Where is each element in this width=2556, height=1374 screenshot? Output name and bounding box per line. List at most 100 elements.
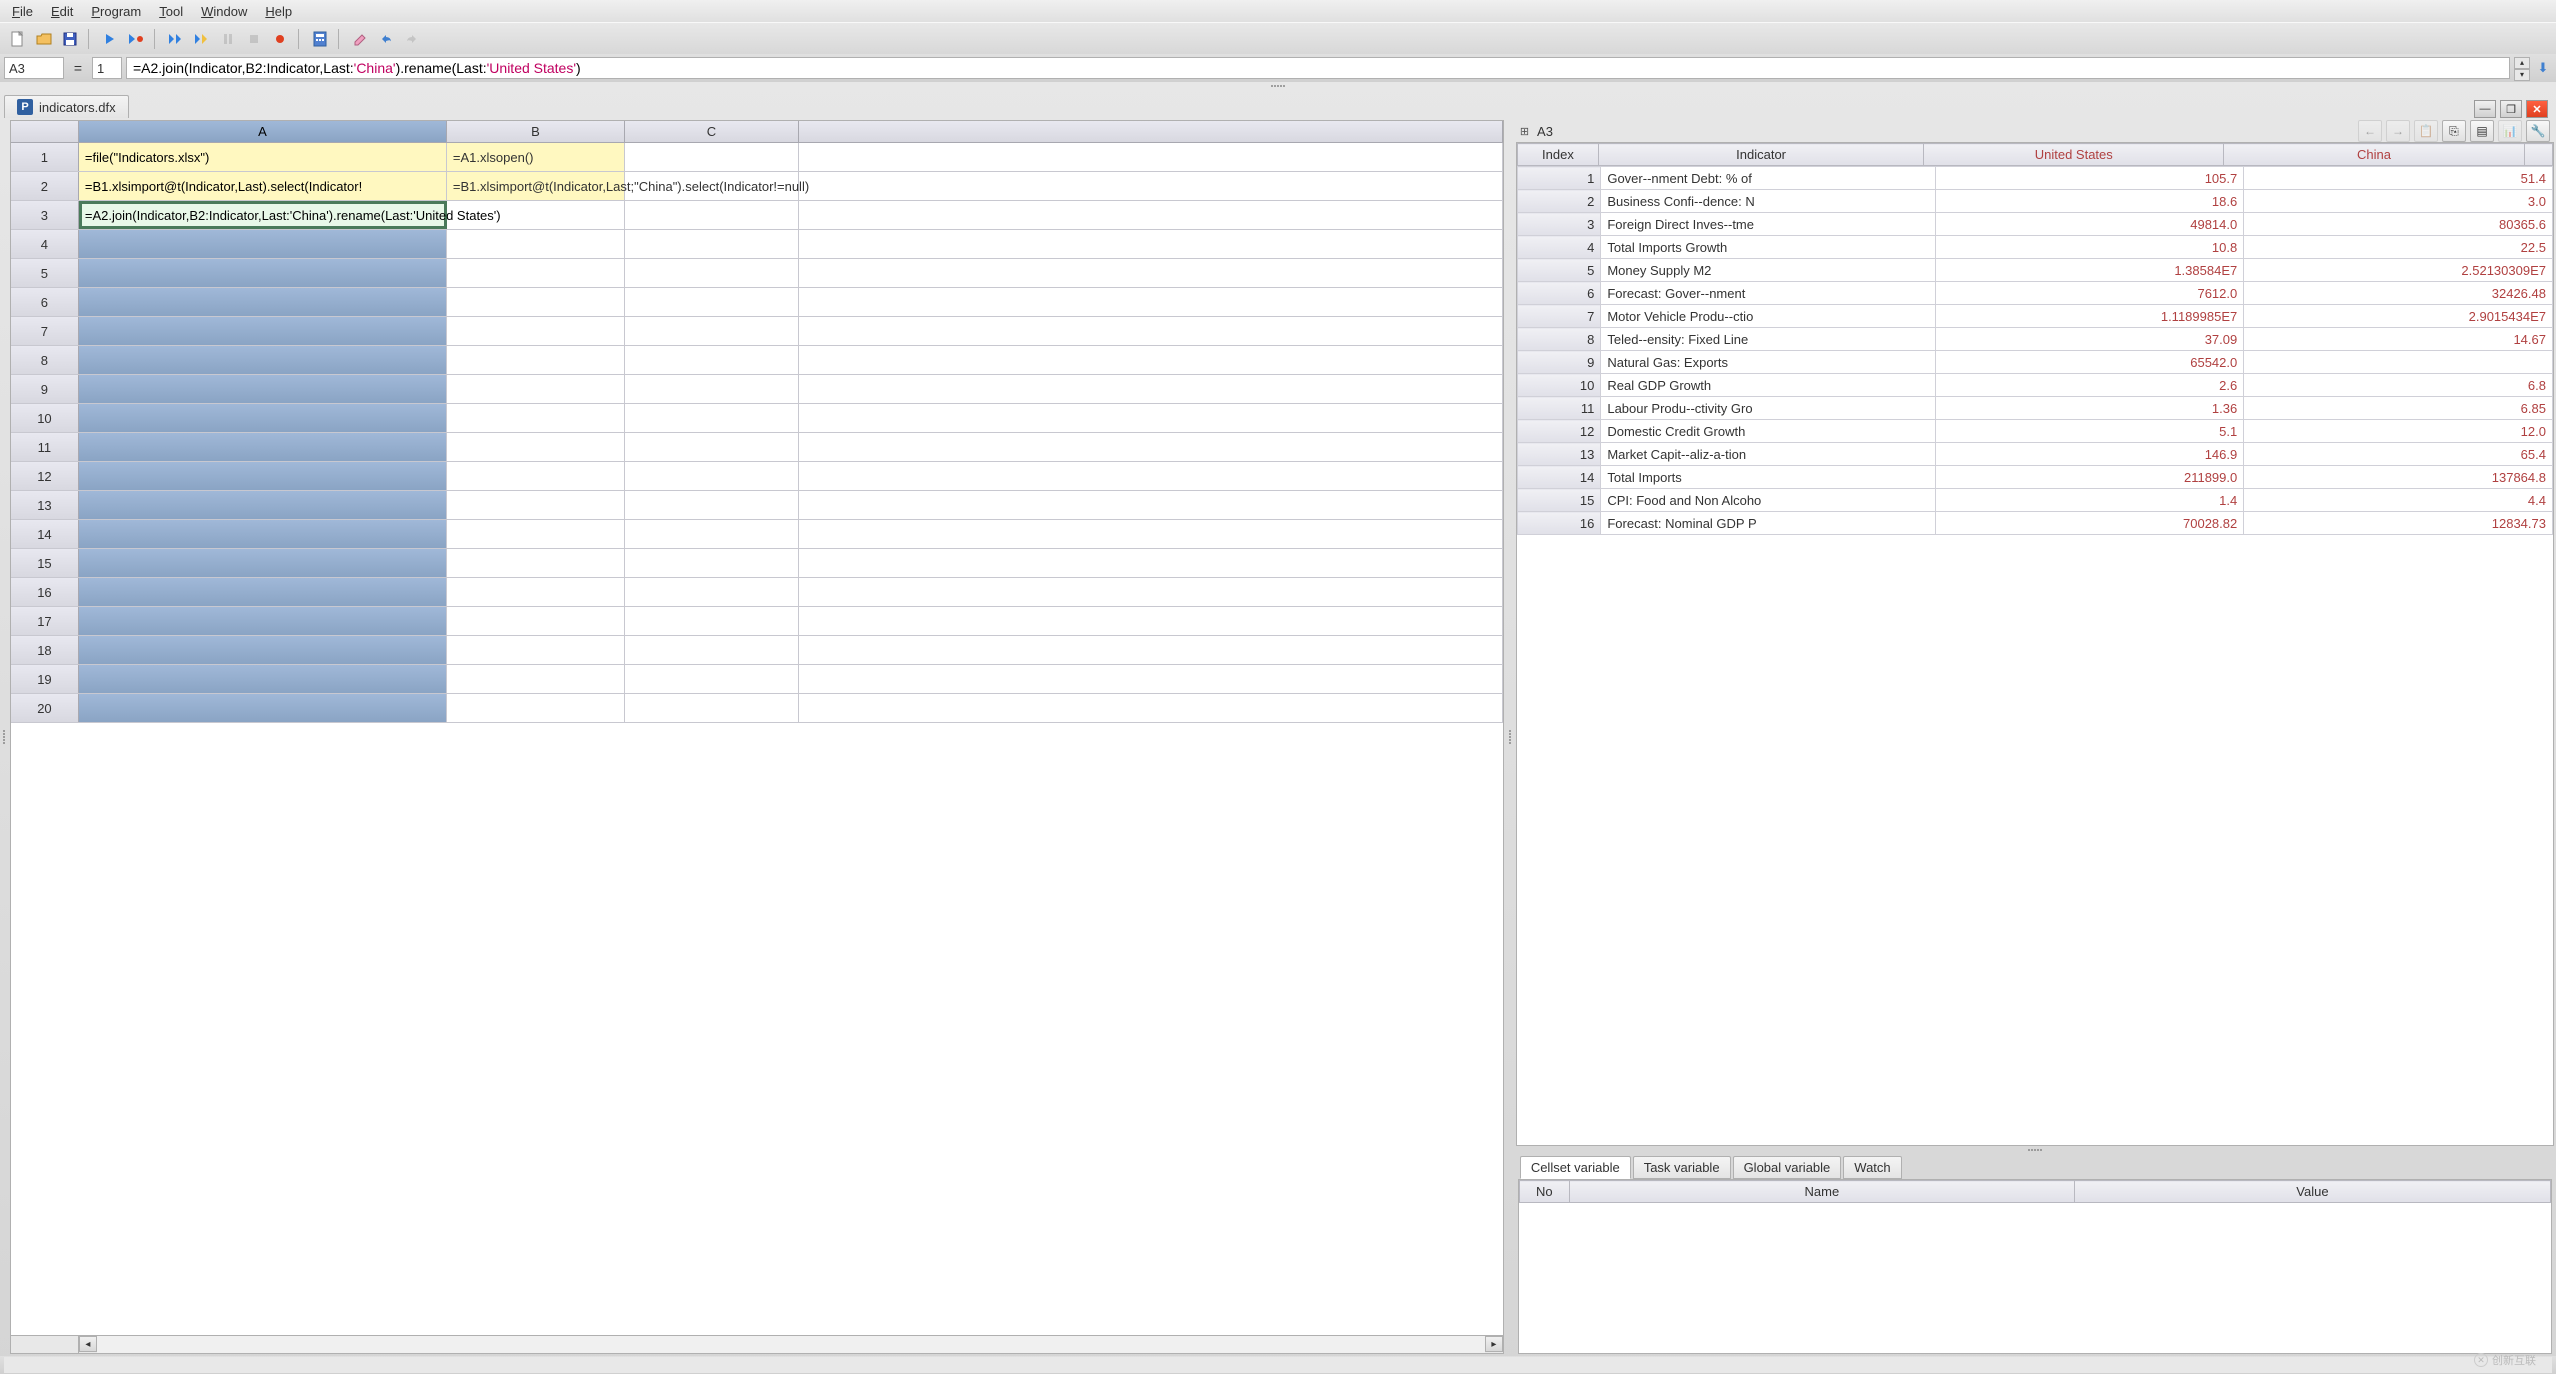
var-header-value[interactable]: Value bbox=[2074, 1181, 2550, 1203]
vertical-splitter-dots-mid[interactable] bbox=[1506, 118, 1514, 1356]
debug-run-icon[interactable] bbox=[126, 29, 146, 49]
grid-col-header-a[interactable]: A bbox=[79, 121, 447, 142]
grid-cell[interactable] bbox=[79, 346, 447, 374]
expand-toggle-icon[interactable]: ⊞ bbox=[1520, 125, 1529, 138]
grid-cell[interactable] bbox=[625, 317, 799, 345]
table-row[interactable]: 5Money Supply M21.38584E72.52130309E7 bbox=[1517, 259, 2552, 282]
grid-cell-empty[interactable] bbox=[799, 433, 1503, 461]
undo-icon[interactable] bbox=[376, 29, 396, 49]
close-icon[interactable]: ✕ bbox=[2526, 100, 2548, 118]
grid-row-header[interactable]: 20 bbox=[11, 694, 79, 722]
grid-cell[interactable] bbox=[447, 578, 625, 606]
calculator-icon[interactable] bbox=[310, 29, 330, 49]
grid-row-header[interactable]: 14 bbox=[11, 520, 79, 548]
formula-stepper[interactable]: ▴▾ bbox=[2514, 57, 2530, 79]
table-row[interactable]: 6Forecast: Gover--nment7612.032426.48 bbox=[1517, 282, 2552, 305]
step-over-icon[interactable] bbox=[166, 29, 186, 49]
grid-row-header[interactable]: 17 bbox=[11, 607, 79, 635]
result-header-us[interactable]: United States bbox=[1924, 144, 2224, 166]
grid-cell[interactable] bbox=[447, 375, 625, 403]
grid-row-header[interactable]: 19 bbox=[11, 665, 79, 693]
formula-input[interactable]: =A2.join(Indicator,B2:Indicator,Last:'Ch… bbox=[126, 57, 2510, 79]
menu-file[interactable]: File bbox=[4, 2, 41, 20]
tab-task-variable[interactable]: Task variable bbox=[1633, 1156, 1731, 1179]
grid-cell[interactable] bbox=[625, 259, 799, 287]
vertical-splitter-dots-left[interactable] bbox=[0, 118, 8, 1356]
result-header-index[interactable]: Index bbox=[1517, 144, 1598, 166]
grid-cell-empty[interactable] bbox=[799, 143, 1503, 171]
horizontal-splitter-dots-right[interactable] bbox=[1516, 1146, 2554, 1154]
grid-cell[interactable] bbox=[79, 230, 447, 258]
grid-cell-empty[interactable] bbox=[799, 636, 1503, 664]
document-tab[interactable]: P indicators.dfx bbox=[4, 95, 129, 118]
table-row[interactable]: 11Labour Produ--ctivity Gro1.366.85 bbox=[1517, 397, 2552, 420]
grid-horizontal-scrollbar[interactable]: ◂ ▸ bbox=[11, 1335, 1503, 1353]
grid-cell-empty[interactable] bbox=[799, 404, 1503, 432]
grid-col-header-b[interactable]: B bbox=[447, 121, 625, 142]
grid-cell-empty[interactable] bbox=[799, 462, 1503, 490]
grid-row-header[interactable]: 7 bbox=[11, 317, 79, 345]
grid-cell[interactable] bbox=[625, 288, 799, 316]
settings-icon[interactable]: 🔧 bbox=[2526, 120, 2550, 142]
grid-cell-empty[interactable] bbox=[799, 346, 1503, 374]
grid-cell-empty[interactable] bbox=[799, 230, 1503, 258]
grid-cell[interactable] bbox=[447, 230, 625, 258]
grid-cell[interactable] bbox=[79, 462, 447, 490]
formula-dropdown-icon[interactable]: ⬇ bbox=[2534, 57, 2552, 79]
grid-cell-empty[interactable] bbox=[799, 259, 1503, 287]
grid-row-header[interactable]: 12 bbox=[11, 462, 79, 490]
grid-row-header[interactable]: 4 bbox=[11, 230, 79, 258]
grid-cell-empty[interactable] bbox=[799, 491, 1503, 519]
open-file-icon[interactable] bbox=[34, 29, 54, 49]
grid-cell[interactable] bbox=[447, 288, 625, 316]
table-row[interactable]: 1Gover--nment Debt: % of105.751.4 bbox=[1517, 167, 2552, 190]
result-header-indicator[interactable]: Indicator bbox=[1599, 144, 1924, 166]
grid-cell[interactable] bbox=[447, 636, 625, 664]
grid-cell[interactable] bbox=[447, 607, 625, 635]
grid-cell-empty[interactable] bbox=[799, 201, 1503, 229]
grid-cell[interactable] bbox=[625, 143, 799, 171]
grid-cell[interactable] bbox=[625, 665, 799, 693]
grid-cell[interactable] bbox=[625, 549, 799, 577]
grid-cell[interactable] bbox=[625, 433, 799, 461]
table-row[interactable]: 16Forecast: Nominal GDP P70028.8212834.7… bbox=[1517, 512, 2552, 535]
table-row[interactable]: 10Real GDP Growth2.66.8 bbox=[1517, 374, 2552, 397]
table-view-icon[interactable]: ▤ bbox=[2470, 120, 2494, 142]
run-icon[interactable] bbox=[100, 29, 120, 49]
bottom-scrollbar[interactable] bbox=[4, 1357, 2552, 1373]
grid-cell[interactable] bbox=[447, 462, 625, 490]
table-row[interactable]: 8Teled--ensity: Fixed Line37.0914.67 bbox=[1517, 328, 2552, 351]
menu-help[interactable]: Help bbox=[257, 2, 300, 20]
grid-row-header[interactable]: 3 bbox=[11, 201, 79, 229]
redo-icon[interactable] bbox=[402, 29, 422, 49]
tab-global-variable[interactable]: Global variable bbox=[1733, 1156, 1842, 1179]
grid-cell[interactable] bbox=[79, 491, 447, 519]
pause-icon[interactable] bbox=[218, 29, 238, 49]
grid-corner[interactable] bbox=[11, 121, 79, 142]
stepper-down-icon[interactable]: ▾ bbox=[2514, 69, 2530, 81]
grid-cell[interactable]: =B1.xlsimport@t(Indicator,Last).select(I… bbox=[79, 172, 447, 200]
minimize-icon[interactable]: — bbox=[2474, 100, 2496, 118]
grid-row-header[interactable]: 5 bbox=[11, 259, 79, 287]
grid-cell[interactable] bbox=[625, 520, 799, 548]
grid-cell[interactable] bbox=[625, 578, 799, 606]
grid-cell[interactable] bbox=[625, 694, 799, 722]
grid-row-header[interactable]: 9 bbox=[11, 375, 79, 403]
grid-cell[interactable] bbox=[79, 694, 447, 722]
grid-cell[interactable] bbox=[79, 259, 447, 287]
grid-cell[interactable] bbox=[79, 636, 447, 664]
grid-row-header[interactable]: 16 bbox=[11, 578, 79, 606]
grid-cell[interactable]: =A2.join(Indicator,B2:Indicator,Last:'Ch… bbox=[79, 201, 447, 229]
grid-cell[interactable] bbox=[625, 636, 799, 664]
result-header-china[interactable]: China bbox=[2224, 144, 2524, 166]
scroll-right-icon[interactable]: ▸ bbox=[1485, 1336, 1503, 1352]
table-row[interactable]: 15CPI: Food and Non Alcoho1.44.4 bbox=[1517, 489, 2552, 512]
grid-row-header[interactable]: 1 bbox=[11, 143, 79, 171]
grid-cell[interactable] bbox=[447, 520, 625, 548]
copy-icon[interactable]: ⎘ bbox=[2442, 120, 2466, 142]
grid-cell-empty[interactable] bbox=[799, 578, 1503, 606]
grid-row-header[interactable]: 8 bbox=[11, 346, 79, 374]
grid-cell-empty[interactable] bbox=[799, 172, 1503, 200]
var-header-no[interactable]: No bbox=[1519, 1181, 1569, 1203]
grid-cell[interactable] bbox=[447, 404, 625, 432]
